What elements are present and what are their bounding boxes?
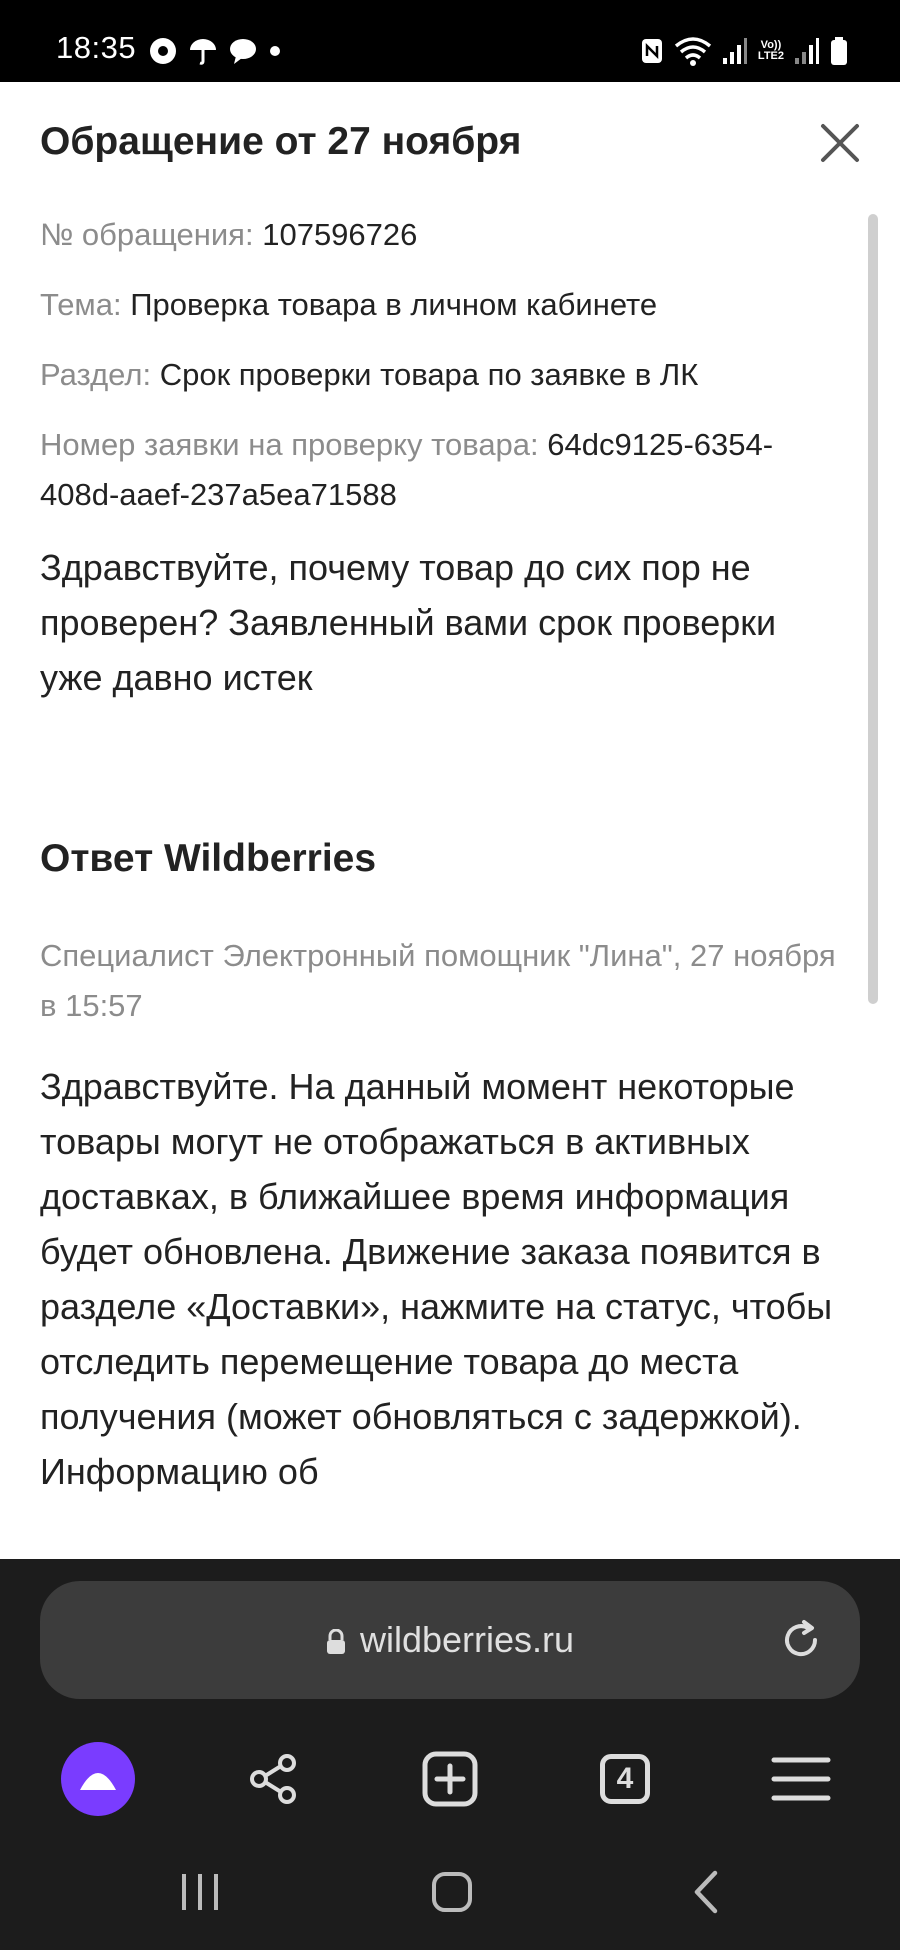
recents-icon [182,1874,218,1910]
chat-icon [230,39,256,64]
scrollbar[interactable] [868,214,878,1004]
ticket-number-value: 107596726 [262,217,418,252]
ticket-number-row: № обращения: 107596726 [40,210,840,260]
ticket-number-label: № обращения: [40,217,254,252]
alice-button[interactable] [53,1729,143,1829]
home-icon [432,1872,472,1912]
topic-row: Тема: Проверка товара в личном кабинете [40,280,840,330]
status-right-icons: Vo)) LTE2 [640,34,848,68]
system-nav-bar [0,1834,900,1950]
topic-label: Тема: [40,287,122,322]
url-bar[interactable]: wildberries.ru [40,1581,860,1699]
request-number-row: Номер заявки на проверку товара: 64dc912… [40,420,840,520]
reload-button[interactable] [778,1617,824,1663]
share-icon [250,1754,296,1804]
battery-icon [831,37,847,65]
nfc-icon [641,39,662,63]
ticket-content: № обращения: 107596726 Тема: Проверка то… [40,210,840,1499]
url-display: wildberries.ru [40,1619,860,1661]
browser-toolbar: 4 [0,1729,900,1849]
umbrella-icon [190,39,216,65]
menu-button[interactable] [756,1729,846,1829]
section-label: Раздел: [40,357,152,392]
signal-icon [795,38,819,64]
request-number-label: Номер заявки на проверку товара: [40,427,539,462]
topic-value: Проверка товара в личном кабинете [130,287,658,322]
dot-icon [270,46,280,56]
question-text: Здравствуйте, почему товар до сих пор не… [40,547,777,698]
lte-icon: Vo)) LTE2 [757,39,784,62]
page-title: Обращение от 27 ноября [40,120,522,163]
status-bar: 18:35 Vo)) LTE2 [0,0,900,82]
url-text: wildberries.ru [359,1619,575,1660]
home-button[interactable] [412,1862,492,1922]
close-icon [821,124,859,162]
back-icon [694,1870,718,1914]
tabs-icon: 4 [600,1754,650,1804]
back-button[interactable] [666,1862,746,1922]
signal-icon [722,38,747,64]
tabs-button[interactable]: 4 [580,1729,670,1829]
share-button[interactable] [228,1729,318,1829]
close-button[interactable] [815,118,865,168]
recents-button[interactable] [160,1862,240,1922]
new-tab-button[interactable] [405,1729,495,1829]
answer-title: Ответ Wildberries [40,837,377,880]
answer-author: Специалист Электронный помощник "Лина", … [40,938,836,1023]
reload-icon [785,1620,818,1657]
status-time: 18:35 [56,30,137,65]
section-value: Срок проверки товара по заявке в ЛК [159,357,699,392]
status-left-icons [148,36,282,66]
chrome-icon [150,38,176,64]
answer-text: Здравствуйте. На данный момент некоторые… [40,1066,833,1492]
ticket-sheet: Обращение от 27 ноября № обращения: 1075… [0,82,900,1559]
menu-icon [771,1757,831,1801]
alice-icon [61,1742,135,1816]
lock-icon [326,1629,345,1655]
new-tab-icon [422,1751,478,1807]
wifi-icon [674,37,712,66]
section-row: Раздел: Срок проверки товара по заявке в… [40,350,840,400]
